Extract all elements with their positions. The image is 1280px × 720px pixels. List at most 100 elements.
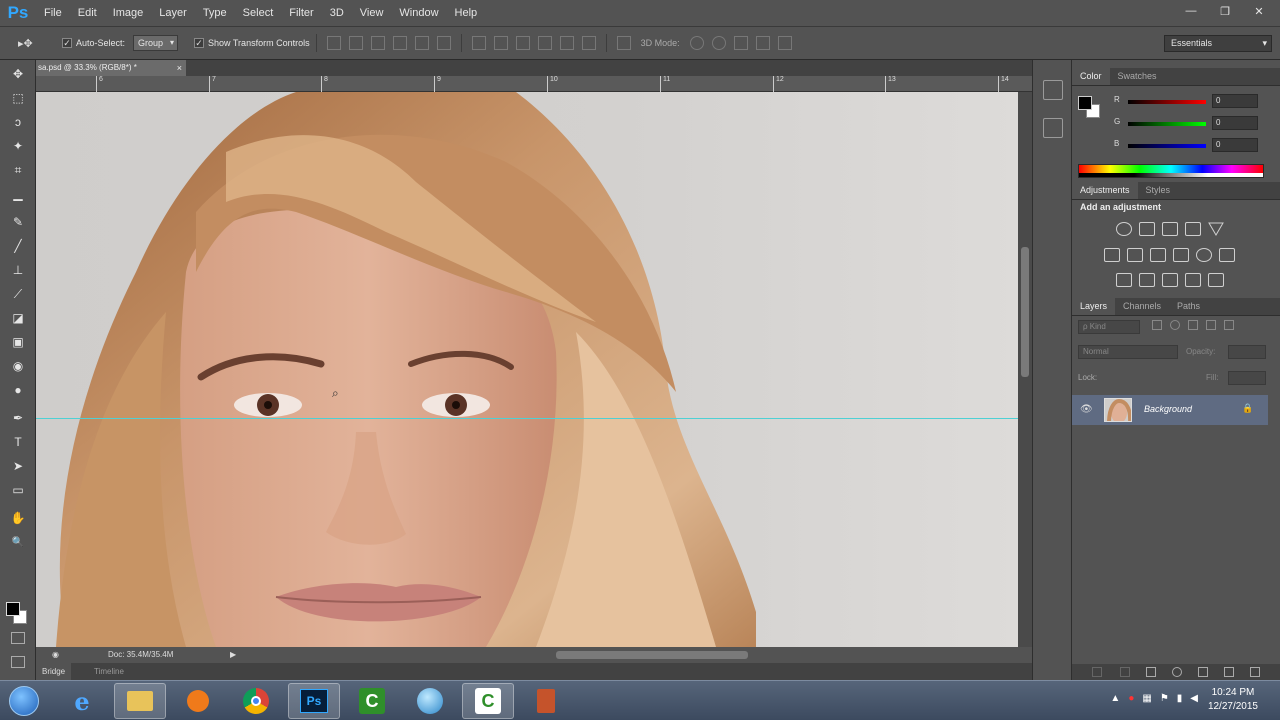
browser-globe-icon[interactable] [404,683,456,719]
show-hidden-icons[interactable]: ▲ [1110,693,1120,704]
selective-color-icon[interactable] [1185,273,1201,287]
healing-icon[interactable]: ✎ [8,212,28,232]
opacity-input[interactable] [1228,345,1266,359]
auto-select-option[interactable]: ✓ Auto-Select: [62,38,125,48]
align-top-icon[interactable] [326,36,341,50]
align-bottom-icon[interactable] [370,36,385,50]
eraser-icon[interactable]: ◪ [8,308,28,328]
marquee-icon[interactable]: ⬚ [8,88,28,108]
history-panel-icon[interactable] [1043,80,1063,100]
minimize-button[interactable]: — [1176,2,1206,20]
camtasia-green-icon[interactable]: C [346,683,398,719]
color-slider-b[interactable]: B 0 [1072,136,1280,156]
document-canvas[interactable]: ⌕ [36,92,1018,647]
menu-view[interactable]: View [352,0,392,26]
new-group-icon[interactable] [1198,667,1208,677]
color-spectrum[interactable] [1078,164,1264,178]
distribute-right-icon[interactable] [581,36,596,50]
menu-select[interactable]: Select [235,0,282,26]
menu-3d[interactable]: 3D [322,0,352,26]
horizontal-scroll-thumb[interactable] [556,651,748,659]
tab-paths[interactable]: Paths [1169,297,1208,315]
layer-style-icon[interactable] [1120,667,1130,677]
internet-explorer-icon[interactable]: e [56,683,108,719]
pixel-filter-icon[interactable] [1152,320,1162,330]
tab-layers[interactable]: Layers [1072,297,1116,315]
menu-help[interactable]: Help [447,0,486,26]
blend-mode-dropdown[interactable]: Normal [1078,345,1178,359]
move-tool-icon[interactable]: ✥ [8,64,28,84]
flag-icon[interactable]: ⚑ [1160,693,1169,704]
document-tab[interactable]: sa.psd @ 33.3% (RGB/8*) * × [36,60,186,76]
zoom-level-icon[interactable]: ◉ [52,647,59,663]
battery-icon[interactable]: ▮ [1177,693,1183,704]
menu-type[interactable]: Type [195,0,235,26]
visibility-eye-icon[interactable]: 👁 [1080,404,1093,415]
chrome-icon[interactable] [230,683,282,719]
invert-icon[interactable] [1116,273,1132,287]
tab-styles[interactable]: Styles [1138,181,1179,199]
stamp-icon[interactable]: ⊥ [8,260,28,280]
vertical-scrollbar[interactable] [1018,92,1032,647]
close-document-icon[interactable]: × [177,60,182,76]
layer-kind-filter[interactable]: ρ Kind [1078,320,1140,334]
move-tool-preset-icon[interactable]: ▸✥ [0,37,52,50]
vertical-scroll-thumb[interactable] [1021,247,1029,377]
new-adjustment-layer-icon[interactable] [1172,667,1182,677]
vibrance-icon[interactable] [1208,222,1224,236]
eyedropper-icon[interactable]: ▁ [8,184,28,204]
history-brush-icon[interactable]: ⟋ [8,284,28,304]
threshold-icon[interactable] [1162,273,1178,287]
channel-mixer-icon[interactable] [1196,248,1212,262]
foreground-color-swatch[interactable] [6,602,20,616]
screen-mode-icon[interactable] [11,656,25,668]
tray-app-icon[interactable]: ● [1128,693,1134,704]
curves-icon[interactable] [1162,222,1178,236]
close-button[interactable]: ✕ [1244,2,1274,20]
posterize-icon[interactable] [1139,273,1155,287]
levels-icon[interactable] [1139,222,1155,236]
brightness-icon[interactable] [1116,222,1132,236]
workspace-dropdown[interactable]: Essentials [1164,35,1272,52]
tab-bridge[interactable]: Bridge [36,663,72,680]
align-right-icon[interactable] [436,36,451,50]
shape-filter-icon[interactable] [1206,320,1216,330]
black-white-icon[interactable] [1150,248,1166,262]
quick-select-icon[interactable]: ✦ [8,136,28,156]
blur-icon[interactable]: ◉ [8,356,28,376]
gradient-icon[interactable]: ▣ [8,332,28,352]
brush-icon[interactable]: ╱ [8,236,28,256]
red-slider-track[interactable] [1128,100,1206,104]
guide-line[interactable] [36,418,1018,419]
color-balance-icon[interactable] [1127,248,1143,262]
blue-slider-track[interactable] [1128,144,1206,148]
align-hcenter-icon[interactable] [414,36,429,50]
file-explorer-icon[interactable] [114,683,166,719]
menu-window[interactable]: Window [391,0,446,26]
color-slider-r[interactable]: R 0 [1072,92,1280,112]
gradient-map-icon[interactable] [1208,273,1224,287]
smart-object-filter-icon[interactable] [1224,320,1234,330]
3d-drag-icon[interactable] [733,36,748,50]
dodge-icon[interactable]: ● [8,380,28,400]
network-icon[interactable]: ▦ [1142,693,1151,704]
3d-scale-icon[interactable] [777,36,792,50]
color-lookup-icon[interactable] [1219,248,1235,262]
type-icon[interactable]: T [8,432,28,452]
3d-roll-icon[interactable] [711,36,726,50]
restore-button[interactable]: ❐ [1210,2,1240,20]
menu-layer[interactable]: Layer [151,0,195,26]
menu-image[interactable]: Image [105,0,152,26]
status-menu-arrow[interactable]: ▶ [230,647,236,663]
taskbar-clock[interactable]: 10:24 PM 12/27/2015 [1208,686,1258,714]
menu-filter[interactable]: Filter [281,0,321,26]
adjustment-filter-icon[interactable] [1170,320,1180,330]
pen-icon[interactable]: ✒ [8,408,28,428]
path-select-icon[interactable]: ➤ [8,456,28,476]
auto-align-icon[interactable] [616,36,631,50]
show-transform-checkbox[interactable]: ✓ [194,38,205,48]
tab-color[interactable]: Color [1072,67,1110,85]
shape-icon[interactable]: ▭ [8,480,28,500]
photoshop-taskbar-icon[interactable]: Ps [288,683,340,719]
auto-select-checkbox[interactable]: ✓ [62,38,72,48]
